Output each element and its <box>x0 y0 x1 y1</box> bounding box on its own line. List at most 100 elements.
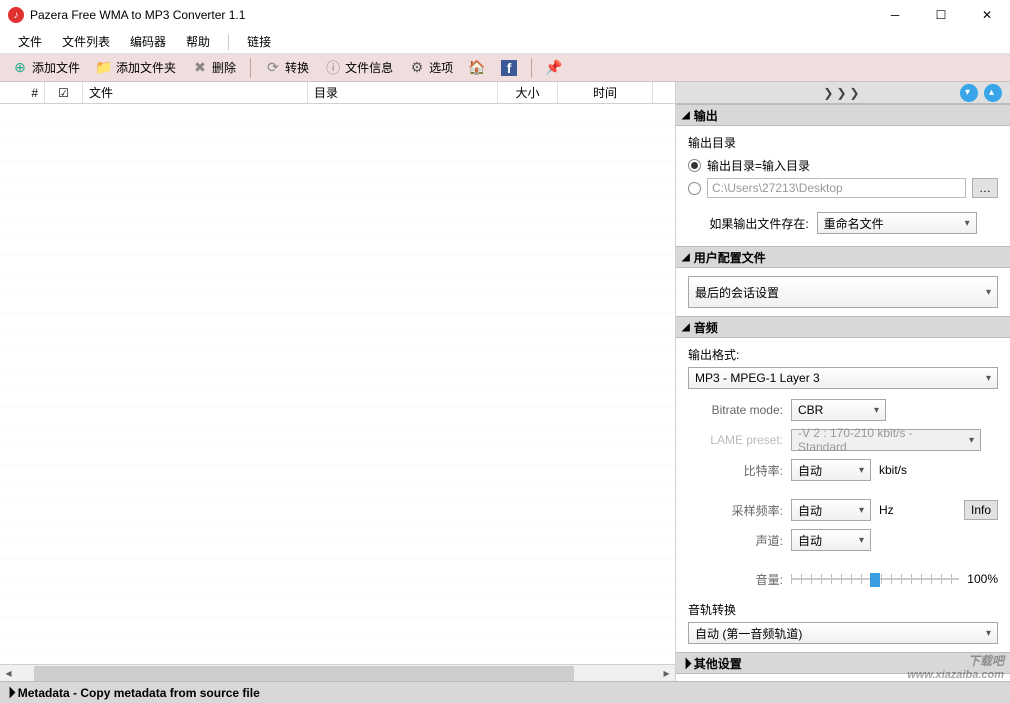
info-button[interactable]: Info <box>964 500 998 520</box>
menu-file[interactable]: 文件 <box>8 33 52 50</box>
pin-button[interactable]: 📌 <box>540 58 568 78</box>
bitrate-mode-combo[interactable]: CBR <box>791 399 886 421</box>
profile-combo[interactable]: 最后的会话设置 <box>688 276 998 308</box>
table-rows <box>0 104 675 664</box>
scroll-left-arrow[interactable]: ◂ <box>0 665 17 682</box>
format-combo[interactable]: MP3 - MPEG-1 Layer 3 <box>688 367 998 389</box>
convert-button[interactable]: ⟳转换 <box>259 57 315 78</box>
metadata-label: Metadata - Copy metadata from source fil… <box>18 686 260 700</box>
col-dir[interactable]: 目录 <box>308 82 498 103</box>
output-path-input[interactable] <box>707 178 966 198</box>
file-exists-combo[interactable]: 重命名文件 <box>817 212 977 234</box>
home-icon: 🏠 <box>469 60 485 76</box>
options-button[interactable]: ⚙选项 <box>403 57 459 78</box>
collapse-all-button[interactable]: ▾ <box>960 84 978 102</box>
track-combo[interactable]: 自动 (第一音频轨道) <box>688 622 998 644</box>
app-icon: ♪ <box>8 7 24 23</box>
col-number[interactable]: # <box>0 82 45 103</box>
triangle-down-icon: ◢ <box>682 110 690 121</box>
radio-custom-path[interactable] <box>688 182 701 195</box>
section-audio-header[interactable]: ◢ 音频 <box>676 316 1010 338</box>
bitrate-combo[interactable]: 自动 <box>791 459 871 481</box>
track-label: 音轨转换 <box>688 601 998 622</box>
section-other-header[interactable]: ◢其他设置 <box>676 652 1010 674</box>
add-folder-label: 添加文件夹 <box>116 59 176 76</box>
col-size[interactable]: 大小 <box>498 82 558 103</box>
add-file-label: 添加文件 <box>32 59 80 76</box>
browse-button[interactable]: … <box>972 178 998 198</box>
triangle-down-icon: ◢ <box>682 322 690 333</box>
settings-panel: ❯❯❯ ▾ ▴ ◢ 输出 输出目录 输出目录=输入目录 … 如果输出文件存在: 重… <box>675 82 1010 681</box>
metadata-bar[interactable]: ◢Metadata - Copy metadata from source fi… <box>0 681 1010 703</box>
checkbox-icon: ☑ <box>58 86 69 100</box>
scroll-right-arrow[interactable]: ▸ <box>658 665 675 682</box>
radio-same-as-input[interactable] <box>688 159 701 172</box>
menu-links[interactable]: 链接 <box>237 33 281 50</box>
minimize-button[interactable]: ─ <box>872 0 918 30</box>
add-folder-button[interactable]: 📁添加文件夹 <box>90 57 182 78</box>
home-button[interactable]: 🏠 <box>463 58 491 78</box>
delete-button[interactable]: ✖删除 <box>186 57 242 78</box>
section-profile-title: 用户配置文件 <box>694 249 766 266</box>
track-value: 自动 (第一音频轨道) <box>695 625 802 642</box>
convert-label: 转换 <box>285 59 309 76</box>
expand-all-button[interactable]: ▴ <box>984 84 1002 102</box>
section-audio-title: 音频 <box>694 319 718 336</box>
file-list-panel: # ☑ 文件 目录 大小 时间 ◂ ▸ <box>0 82 675 681</box>
file-info-icon: ⓘ <box>325 60 341 76</box>
table-header: # ☑ 文件 目录 大小 时间 <box>0 82 675 104</box>
facebook-icon: f <box>501 60 517 76</box>
col-file[interactable]: 文件 <box>83 82 308 103</box>
facebook-button[interactable]: f <box>495 58 523 78</box>
horizontal-scrollbar[interactable]: ◂ ▸ <box>0 664 675 681</box>
maximize-button[interactable]: ☐ <box>918 0 964 30</box>
add-file-button[interactable]: ⊕添加文件 <box>6 57 86 78</box>
section-profile-header[interactable]: ◢ 用户配置文件 <box>676 246 1010 268</box>
bitrate-unit: kbit/s <box>879 463 907 477</box>
sample-rate-label: 采样频率: <box>688 502 783 519</box>
file-info-button[interactable]: ⓘ文件信息 <box>319 57 399 78</box>
lame-preset-value: -V 2 : 170-210 kbit/s - Standard <box>798 426 960 454</box>
bitrate-label: 比特率: <box>688 462 783 479</box>
gear-icon: ⚙ <box>409 60 425 76</box>
close-button[interactable]: ✕ <box>964 0 1010 30</box>
menu-help[interactable]: 帮助 <box>176 33 220 50</box>
menubar: 文件 文件列表 编码器 帮助 链接 <box>0 30 1010 54</box>
output-dir-label: 输出目录 <box>688 134 998 155</box>
bitrate-value: 自动 <box>798 462 822 479</box>
file-exists-value: 重命名文件 <box>824 215 884 232</box>
menu-filelist[interactable]: 文件列表 <box>52 33 120 50</box>
triangle-right-icon: ◢ <box>679 656 692 669</box>
lame-preset-label: LAME preset: <box>688 433 783 447</box>
triangle-right-icon: ◢ <box>3 686 16 699</box>
bitrate-mode-value: CBR <box>798 403 823 417</box>
format-value: MP3 - MPEG-1 Layer 3 <box>695 371 820 385</box>
section-output-header[interactable]: ◢ 输出 <box>676 104 1010 126</box>
menu-separator <box>228 34 229 50</box>
slider-thumb[interactable] <box>870 573 880 587</box>
volume-value: 100% <box>967 572 998 586</box>
expand-icon: ❯❯❯ <box>823 86 862 100</box>
lame-preset-combo: -V 2 : 170-210 kbit/s - Standard <box>791 429 981 451</box>
sample-rate-combo[interactable]: 自动 <box>791 499 871 521</box>
triangle-down-icon: ◢ <box>682 252 690 263</box>
section-audio-body: 输出格式: MP3 - MPEG-1 Layer 3 Bitrate mode:… <box>676 338 1010 652</box>
file-exists-label: 如果输出文件存在: <box>709 215 808 232</box>
volume-label: 音量: <box>688 571 783 588</box>
sample-unit: Hz <box>879 503 894 517</box>
menu-encoder[interactable]: 编码器 <box>120 33 176 50</box>
section-output-title: 输出 <box>694 107 718 124</box>
toolbar-separator <box>531 58 532 78</box>
volume-slider[interactable] <box>791 569 959 589</box>
add-file-icon: ⊕ <box>12 60 28 76</box>
col-time[interactable]: 时间 <box>558 82 653 103</box>
toolbar-separator <box>250 58 251 78</box>
channel-label: 声道: <box>688 532 783 549</box>
scroll-thumb[interactable] <box>34 666 574 681</box>
table-body[interactable] <box>0 104 675 664</box>
channel-combo[interactable]: 自动 <box>791 529 871 551</box>
bitrate-mode-label: Bitrate mode: <box>688 403 783 417</box>
radio-same-label: 输出目录=输入目录 <box>707 157 810 174</box>
col-check[interactable]: ☑ <box>45 82 83 103</box>
panel-expand-bar[interactable]: ❯❯❯ ▾ ▴ <box>676 82 1010 104</box>
